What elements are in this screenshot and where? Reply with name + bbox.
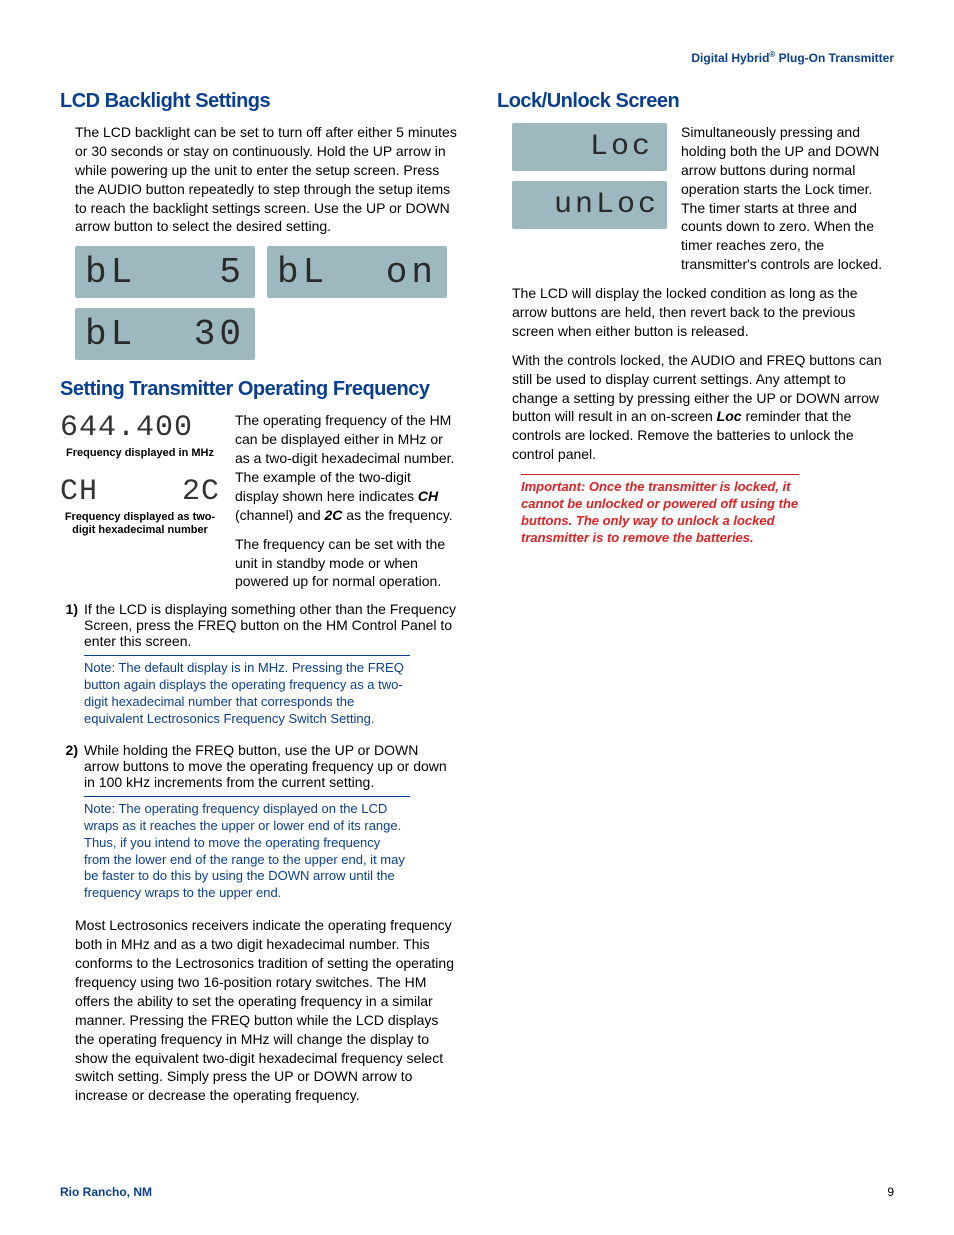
step-1-body: If the LCD is displaying something other… xyxy=(84,601,457,649)
left-column: LCD Backlight Settings The LCD backlight… xyxy=(60,90,457,1115)
bold-loc: Loc xyxy=(717,408,742,424)
lcd-bl-30: bL 30 xyxy=(75,308,255,360)
bold-ch: CH xyxy=(418,488,438,504)
page-footer: Rio Rancho, NM 9 xyxy=(60,1185,894,1199)
footer-location: Rio Rancho, NM xyxy=(60,1185,152,1199)
lcd-freq-hex: CH 2C xyxy=(60,475,220,509)
lcd-text: 30 xyxy=(194,314,245,355)
important-note: Important: Once the transmitter is locke… xyxy=(521,474,799,547)
lcd-loc: Loc xyxy=(512,123,667,171)
para-freq-big: Most Lectrosonics receivers indicate the… xyxy=(75,916,457,1105)
note-1: Note: The default display is in MHz. Pre… xyxy=(84,655,410,728)
para-lock-1-partial: Simultaneously pressing and holding both… xyxy=(681,123,894,274)
note-2: Note: The operating frequency displayed … xyxy=(84,796,410,902)
para-freq-intro: The operating frequency of the HM can be… xyxy=(235,411,457,524)
caption-hex: Frequency displayed as two-digit hexadec… xyxy=(60,511,220,537)
lcd-freq-mhz: 644.400 xyxy=(60,411,220,445)
lcd-bl-5: bL 5 xyxy=(75,246,255,298)
lcd-text: 2C xyxy=(182,475,220,509)
lcd-text: 5 xyxy=(219,252,245,293)
lcd-text: on xyxy=(386,252,437,293)
lcd-text: bL xyxy=(85,314,136,355)
para-backlight: The LCD backlight can be set to turn off… xyxy=(75,123,457,236)
lcd-text: bL xyxy=(85,252,136,293)
header-brand-suffix: Plug-On Transmitter xyxy=(775,51,894,65)
text: Simultaneously pressing and holding both… xyxy=(681,124,882,272)
bold-2c: 2C xyxy=(325,507,343,523)
lcd-text: unLoc xyxy=(554,188,659,222)
lcd-unloc: unLoc xyxy=(512,181,667,229)
step-number-2: 2) xyxy=(60,742,84,790)
para-lock-2: The LCD will display the locked conditio… xyxy=(512,284,894,341)
footer-page-number: 9 xyxy=(887,1185,894,1199)
lcd-bl-on: bL on xyxy=(267,246,447,298)
lcd-text: CH xyxy=(60,475,98,509)
para-freq-standby: The frequency can be set with the unit i… xyxy=(235,535,457,592)
page-header: Digital Hybrid® Plug-On Transmitter xyxy=(60,50,894,65)
heading-freq: Setting Transmitter Operating Frequency xyxy=(60,378,457,401)
lcd-text: Loc xyxy=(590,130,653,164)
heading-backlight: LCD Backlight Settings xyxy=(60,90,457,113)
para-lock-3: With the controls locked, the AUDIO and … xyxy=(512,351,894,464)
header-brand-prefix: Digital Hybrid xyxy=(691,51,769,65)
text: as the frequency. xyxy=(342,507,452,523)
text: (channel) and xyxy=(235,507,325,523)
right-column: Lock/Unlock Screen Loc unLoc Simultaneou… xyxy=(497,90,894,1115)
step-2-body: While holding the FREQ button, use the U… xyxy=(84,742,457,790)
lcd-text: bL xyxy=(277,252,328,293)
step-number-1: 1) xyxy=(60,601,84,649)
heading-lock: Lock/Unlock Screen xyxy=(497,90,894,113)
caption-mhz: Frequency displayed in MHz xyxy=(60,447,220,460)
